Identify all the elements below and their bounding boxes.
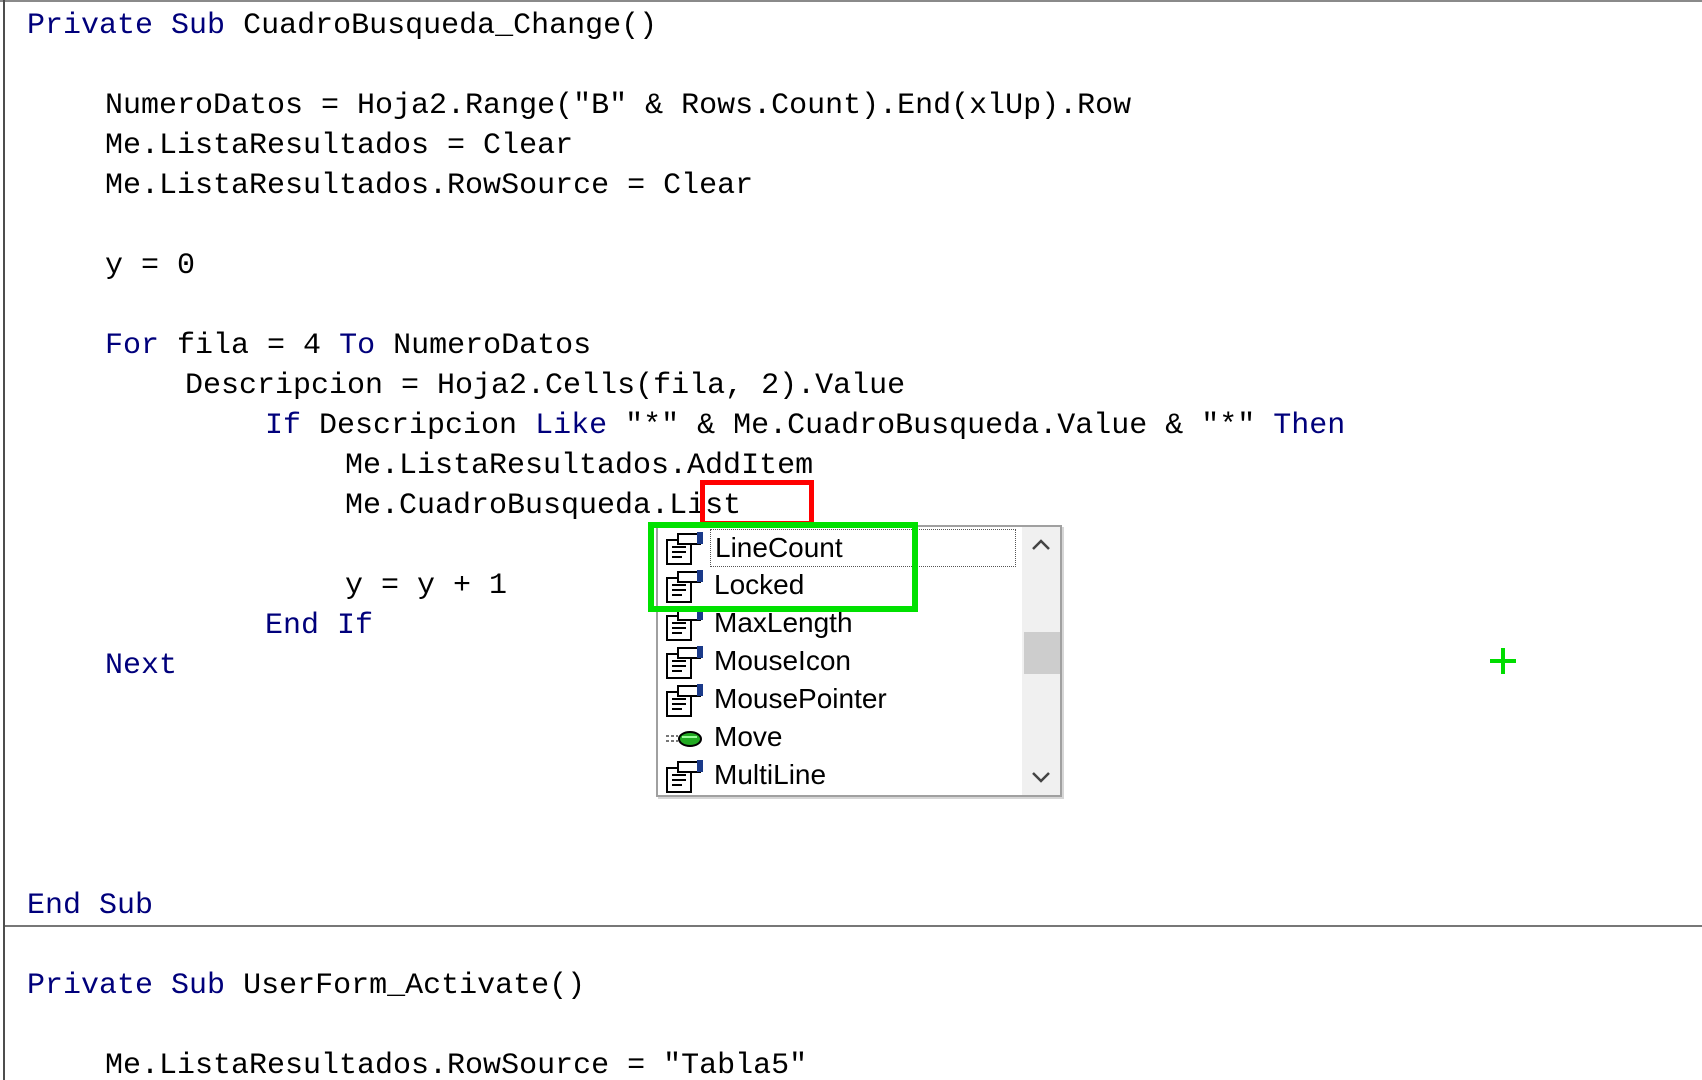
scroll-down-button[interactable] bbox=[1022, 759, 1060, 795]
property-icon bbox=[666, 684, 703, 717]
procedure-separator bbox=[5, 925, 1702, 927]
autocomplete-item-label: Move bbox=[714, 721, 783, 752]
autocomplete-item-label: MousePointer bbox=[714, 683, 887, 714]
code-line-typing-member[interactable]: Me.CuadroBusqueda.List bbox=[345, 486, 741, 526]
code-text: Me.ListaResultados.AddItem bbox=[345, 449, 814, 483]
autocomplete-item[interactable]: MousePointer bbox=[660, 681, 1026, 719]
keyword-sub: Sub bbox=[171, 969, 226, 1003]
editor-top-border bbox=[0, 0, 1702, 2]
keyword-for: For bbox=[105, 329, 160, 363]
code-text: fila = 4 bbox=[177, 329, 322, 363]
autocomplete-item[interactable]: MultiLine bbox=[660, 757, 1026, 795]
procedure-name: UserForm_Activate() bbox=[243, 969, 586, 1003]
code-text: Me.ListaResultados = Clear bbox=[105, 129, 574, 163]
scrollbar-thumb[interactable] bbox=[1024, 632, 1060, 675]
keyword-sub: Sub bbox=[171, 9, 226, 43]
code-text: Me.ListaResultados.RowSource = Clear bbox=[105, 169, 754, 203]
keyword-then: Then bbox=[1273, 409, 1346, 443]
keyword-if: If bbox=[265, 409, 302, 443]
editor-left-border bbox=[3, 0, 5, 1080]
keyword-private: Private bbox=[27, 969, 154, 1003]
keyword-like: Like bbox=[535, 409, 608, 443]
method-icon bbox=[666, 731, 702, 747]
code-line-clear-list[interactable]: Me.ListaResultados = Clear bbox=[105, 126, 573, 166]
autocomplete-item[interactable]: Move bbox=[660, 719, 1026, 757]
property-icon bbox=[666, 608, 703, 641]
code-line-descripcion[interactable]: Descripcion = Hoja2.Cells(fila, 2).Value bbox=[185, 366, 905, 406]
keyword-private: Private bbox=[27, 9, 154, 43]
code-line-sub-declaration-2[interactable]: Private Sub UserForm_Activate() bbox=[27, 966, 585, 1006]
code-line-end-if[interactable]: End If bbox=[265, 606, 373, 646]
procedure-name: CuadroBusqueda_Change() bbox=[243, 9, 658, 43]
code-text: Descripcion bbox=[319, 409, 518, 443]
code-line-rowsource-tabla5[interactable]: Me.ListaResultados.RowSource = "Tabla5" bbox=[105, 1046, 807, 1080]
code-line-end-sub[interactable]: End Sub bbox=[27, 886, 153, 926]
annotation-highlight-green bbox=[648, 522, 918, 612]
autocomplete-item-label: MouseIcon bbox=[714, 645, 851, 676]
code-text: y = y + 1 bbox=[345, 569, 508, 603]
keyword-to: To bbox=[339, 329, 376, 363]
keyword-next: Next bbox=[105, 649, 178, 683]
code-text: y = 0 bbox=[105, 249, 196, 283]
code-line-for[interactable]: For fila = 4 To NumeroDatos bbox=[105, 326, 591, 366]
keyword-end-sub: End Sub bbox=[27, 889, 154, 923]
code-line-numerodatos[interactable]: NumeroDatos = Hoja2.Range("B" & Rows.Cou… bbox=[105, 86, 1131, 126]
annotation-highlight-red bbox=[700, 480, 814, 526]
code-line-clear-rowsource[interactable]: Me.ListaResultados.RowSource = Clear bbox=[105, 166, 753, 206]
chevron-down-icon bbox=[1032, 772, 1050, 783]
code-text: Descripcion = Hoja2.Cells(fila, 2).Value bbox=[185, 369, 906, 403]
code-text: Me.CuadroBusqueda. bbox=[345, 489, 670, 523]
autocomplete-item[interactable]: MouseIcon bbox=[660, 643, 1026, 681]
crosshair-cursor-icon bbox=[1490, 648, 1516, 674]
code-line-sub-declaration[interactable]: Private Sub CuadroBusqueda_Change() bbox=[27, 6, 657, 46]
autocomplete-item-label: MultiLine bbox=[714, 759, 827, 790]
keyword-end-if: End If bbox=[265, 609, 374, 643]
chevron-up-icon bbox=[1032, 539, 1050, 550]
code-text: NumeroDatos bbox=[393, 329, 592, 363]
code-line-y-init[interactable]: y = 0 bbox=[105, 246, 195, 286]
code-text: NumeroDatos = Hoja2.Range("B" & Rows.Cou… bbox=[105, 89, 1132, 123]
scroll-up-button[interactable] bbox=[1022, 527, 1060, 563]
property-icon bbox=[666, 760, 703, 793]
code-line-y-increment[interactable]: y = y + 1 bbox=[345, 566, 507, 606]
code-text: Me.ListaResultados.RowSource = "Tabla5" bbox=[105, 1049, 808, 1080]
code-line-next[interactable]: Next bbox=[105, 646, 177, 686]
code-text: "*" & Me.CuadroBusqueda.Value & "*" bbox=[625, 409, 1256, 443]
property-icon bbox=[666, 646, 703, 679]
autocomplete-scrollbar[interactable] bbox=[1022, 527, 1060, 795]
code-line-if[interactable]: If Descripcion Like "*" & Me.CuadroBusqu… bbox=[265, 406, 1345, 446]
vba-code-editor[interactable]: Private Sub CuadroBusqueda_Change() Nume… bbox=[0, 0, 1702, 1080]
